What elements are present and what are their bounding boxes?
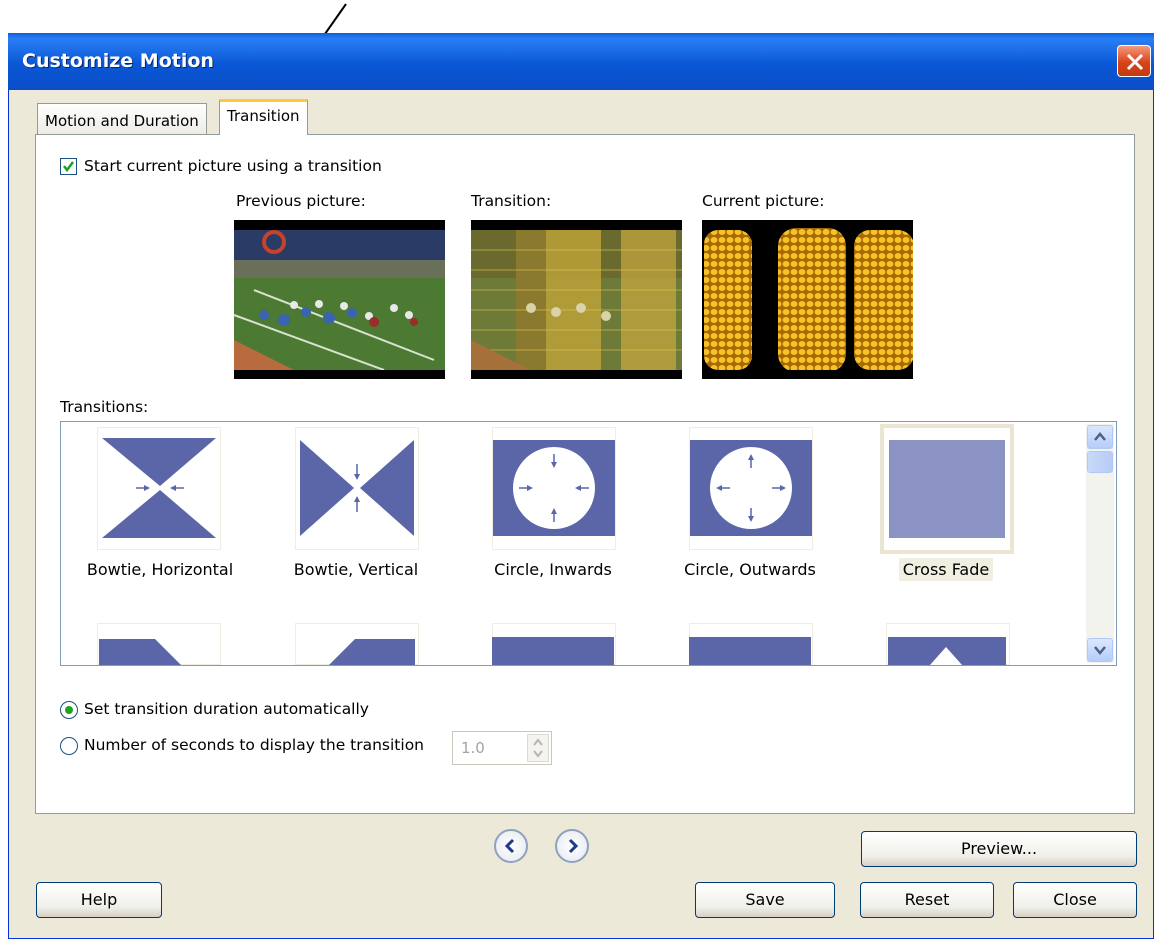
seconds-value: 1.0 bbox=[461, 739, 485, 757]
transition-card-row2-1[interactable] bbox=[97, 623, 221, 665]
diagonal-wipe-reverse-icon bbox=[329, 639, 415, 665]
preview-button[interactable]: Preview... bbox=[861, 831, 1137, 867]
current-picture-label: Current picture: bbox=[702, 192, 825, 210]
transition-name-bowtie-vertical: Bowtie, Vertical bbox=[293, 560, 419, 579]
spinner-arrows[interactable] bbox=[527, 734, 549, 762]
circle-outwards-icon[interactable] bbox=[689, 427, 813, 550]
start-transition-checkbox[interactable] bbox=[60, 158, 77, 175]
next-button[interactable] bbox=[555, 829, 589, 863]
window-close-button[interactable] bbox=[1117, 45, 1151, 77]
bowtie-horizontal-icon[interactable] bbox=[97, 427, 221, 550]
previous-picture-image bbox=[234, 220, 445, 379]
chevron-up-icon bbox=[1094, 432, 1106, 441]
current-picture-image bbox=[702, 220, 913, 379]
seconds-spinner[interactable]: 1.0 bbox=[452, 731, 552, 765]
transition-name-bowtie-horizontal: Bowtie, Horizontal bbox=[86, 560, 234, 579]
spinner-up-down-icon bbox=[533, 738, 543, 758]
transition-card-row2-3[interactable] bbox=[492, 623, 616, 665]
transition-name-cross-fade: Cross Fade bbox=[856, 558, 1036, 581]
scroll-up-button[interactable] bbox=[1087, 425, 1113, 449]
selected-transition-label: Cross Fade bbox=[898, 558, 994, 581]
transition-preview-label: Transition: bbox=[471, 192, 552, 210]
chevron-left-icon bbox=[504, 838, 515, 854]
transition-preview-image bbox=[471, 220, 682, 379]
previous-picture-label: Previous picture: bbox=[236, 192, 366, 210]
diamond-wipe-icon bbox=[888, 637, 1006, 665]
checkmark-icon bbox=[63, 161, 74, 173]
circle-inwards-icon[interactable] bbox=[492, 427, 616, 550]
window-title: Customize Motion bbox=[22, 50, 214, 72]
scroll-thumb[interactable] bbox=[1087, 451, 1113, 473]
auto-duration-label: Set transition duration automatically bbox=[84, 700, 369, 718]
chevron-down-icon bbox=[1094, 646, 1106, 655]
transition-card-row2-5[interactable] bbox=[886, 623, 1010, 665]
diagonal-wipe-icon bbox=[99, 639, 181, 665]
tab-motion-and-duration[interactable]: Motion and Duration bbox=[37, 103, 207, 135]
save-button[interactable]: Save bbox=[695, 882, 835, 918]
close-icon bbox=[1126, 53, 1144, 71]
chevron-right-icon bbox=[568, 838, 579, 854]
wipe-down-icon bbox=[689, 637, 811, 665]
bowtie-vertical-icon[interactable] bbox=[295, 427, 419, 550]
transitions-label: Transitions: bbox=[60, 398, 149, 416]
tab-transition[interactable]: Transition bbox=[219, 99, 308, 135]
auto-duration-radio[interactable] bbox=[60, 701, 78, 719]
transition-card-row2-4[interactable] bbox=[689, 623, 813, 665]
cross-fade-icon[interactable] bbox=[880, 424, 1014, 554]
previous-button[interactable] bbox=[494, 829, 528, 863]
reset-button[interactable]: Reset bbox=[860, 882, 994, 918]
help-button[interactable]: Help bbox=[36, 882, 162, 918]
manual-duration-label: Number of seconds to display the transit… bbox=[84, 736, 425, 754]
scroll-down-button[interactable] bbox=[1087, 638, 1113, 662]
transition-name-circle-inwards: Circle, Inwards bbox=[494, 560, 612, 579]
close-button[interactable]: Close bbox=[1013, 882, 1137, 918]
transition-name-circle-outwards: Circle, Outwards bbox=[684, 560, 816, 579]
wipe-icon bbox=[492, 637, 614, 665]
transition-card-row2-2[interactable] bbox=[295, 623, 419, 665]
start-transition-label: Start current picture using a transition bbox=[84, 157, 382, 175]
manual-duration-radio[interactable] bbox=[60, 737, 78, 755]
